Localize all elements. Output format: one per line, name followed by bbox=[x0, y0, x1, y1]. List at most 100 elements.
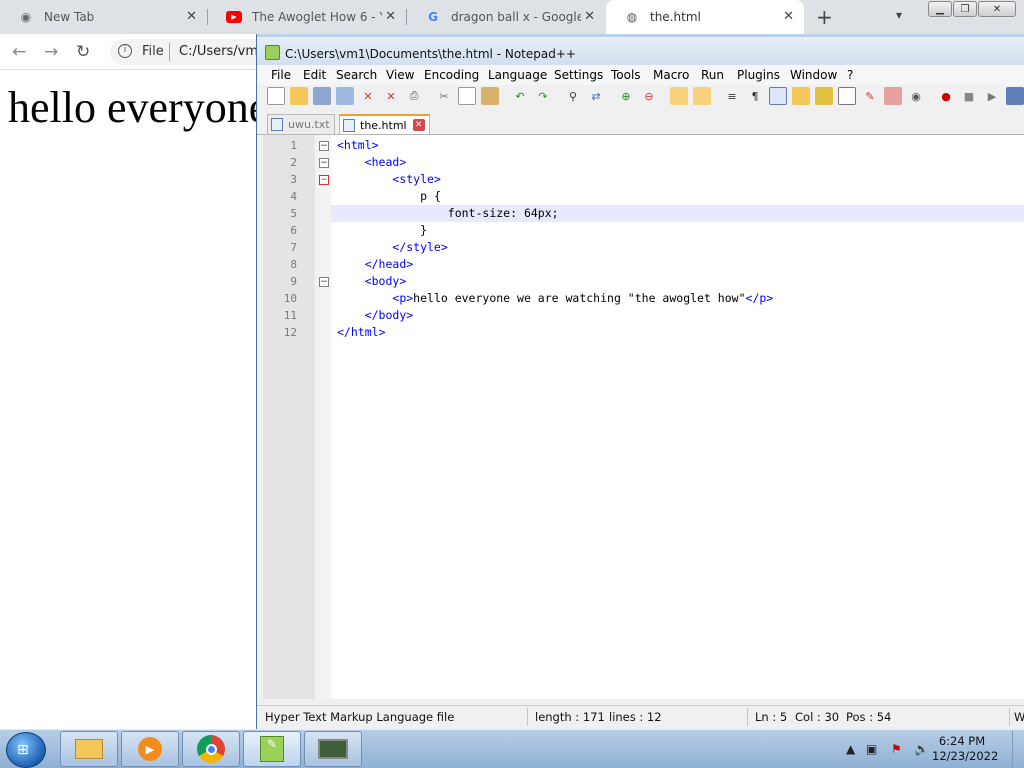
word-wrap-icon[interactable]: ≡ bbox=[723, 87, 741, 105]
start-button[interactable]: ⊞ bbox=[6, 732, 46, 768]
find-icon[interactable]: ⚲ bbox=[564, 87, 582, 105]
function-list-icon[interactable] bbox=[838, 87, 856, 105]
tab-the-html[interactable]: ◍ the.html ✕ bbox=[606, 0, 804, 34]
info-icon[interactable]: i bbox=[118, 44, 132, 58]
line-number: 5 bbox=[290, 207, 297, 220]
save-icon[interactable] bbox=[313, 87, 331, 105]
new-file-icon[interactable] bbox=[267, 87, 285, 105]
cut-icon[interactable]: ✂ bbox=[435, 87, 453, 105]
print-icon[interactable]: ⎙ bbox=[405, 87, 423, 105]
open-folder-icon[interactable] bbox=[290, 87, 308, 105]
address-bar[interactable]: i File C:/Users/vm bbox=[110, 39, 270, 65]
forward-arrow-icon[interactable]: → bbox=[44, 42, 58, 62]
tab-new-tab[interactable]: ◉ New Tab ✕ bbox=[0, 0, 207, 34]
menu-settings[interactable]: Settings bbox=[554, 68, 603, 82]
play-macro-icon[interactable]: ▶ bbox=[983, 87, 1001, 105]
window-title-bar[interactable]: C:\Users\vm1\Documents\the.html - Notepa… bbox=[257, 34, 1024, 68]
tab-google-search[interactable]: G dragon ball x - Google Search ✕ bbox=[407, 0, 605, 34]
media-player-icon[interactable]: ▶ bbox=[121, 731, 179, 767]
replace-icon[interactable]: ⇄ bbox=[587, 87, 605, 105]
menu-file[interactable]: File bbox=[271, 68, 291, 82]
minimize-icon[interactable]: ▁ bbox=[928, 1, 952, 17]
save-all-icon[interactable] bbox=[336, 87, 354, 105]
document-map-icon[interactable] bbox=[815, 87, 833, 105]
close-all-icon[interactable]: ✕ bbox=[382, 87, 400, 105]
run-macro-multiple-icon[interactable] bbox=[1006, 87, 1024, 105]
monitoring-icon[interactable] bbox=[884, 87, 902, 105]
reload-icon[interactable]: ↻ bbox=[76, 42, 90, 62]
status-separator bbox=[1009, 708, 1010, 726]
record-macro-icon[interactable]: ● bbox=[937, 87, 955, 105]
code-line: <head> bbox=[337, 154, 407, 171]
address-divider bbox=[169, 43, 170, 61]
code-line: <p>hello everyone we are watching "the a… bbox=[337, 290, 773, 307]
close-window-icon[interactable]: ✕ bbox=[978, 1, 1016, 17]
sync-vertical-icon[interactable] bbox=[670, 87, 688, 105]
show-all-characters-icon[interactable]: ¶ bbox=[746, 87, 764, 105]
code-tag: </body> bbox=[364, 308, 414, 322]
chrome-icon[interactable] bbox=[182, 731, 240, 767]
menu-plugins[interactable]: Plugins bbox=[737, 68, 780, 82]
line-number: 4 bbox=[290, 190, 297, 203]
fold-toggle-icon[interactable]: − bbox=[319, 277, 329, 287]
fold-toggle-icon[interactable]: − bbox=[319, 175, 329, 185]
zoom-in-icon[interactable]: ⊕ bbox=[617, 87, 635, 105]
back-arrow-icon[interactable]: ← bbox=[12, 42, 26, 62]
restore-icon[interactable]: ❐ bbox=[953, 1, 977, 17]
code-tag: </html> bbox=[337, 325, 386, 339]
system-clock[interactable]: 6:24 PM 12/23/2022 bbox=[932, 734, 998, 764]
notepad-plus-plus-icon bbox=[265, 45, 280, 60]
close-icon[interactable]: ✕ bbox=[783, 9, 794, 24]
code-line: <style> bbox=[337, 171, 440, 188]
remote-desktop-icon[interactable] bbox=[304, 731, 362, 767]
menu-search[interactable]: Search bbox=[336, 68, 377, 82]
menu-window[interactable]: Window bbox=[790, 68, 837, 82]
menu-tools[interactable]: Tools bbox=[611, 68, 641, 82]
doc-tab-uwu[interactable]: uwu.txt bbox=[267, 114, 335, 134]
action-center-icon[interactable]: ⚑ bbox=[891, 742, 902, 756]
menu-view[interactable]: View bbox=[386, 68, 414, 82]
sync-horizontal-icon[interactable] bbox=[693, 87, 711, 105]
view-icon[interactable]: ◉ bbox=[907, 87, 925, 105]
menu-encoding[interactable]: Encoding bbox=[424, 68, 479, 82]
close-file-icon[interactable]: ✕ bbox=[359, 87, 377, 105]
file-explorer-icon[interactable] bbox=[60, 731, 118, 767]
close-icon[interactable]: ✕ bbox=[584, 9, 595, 24]
close-icon[interactable]: ✕ bbox=[186, 9, 197, 24]
fold-toggle-icon[interactable]: − bbox=[319, 158, 329, 168]
show-hidden-icons-icon[interactable]: ▲ bbox=[846, 742, 855, 756]
menu-run[interactable]: Run bbox=[701, 68, 724, 82]
menu-macro[interactable]: Macro bbox=[653, 68, 689, 82]
menu-edit[interactable]: Edit bbox=[303, 68, 326, 82]
menu-language[interactable]: Language bbox=[488, 68, 547, 82]
indent-guide-icon[interactable] bbox=[769, 87, 787, 105]
chevron-down-icon[interactable]: ▾ bbox=[896, 8, 902, 22]
zoom-out-icon[interactable]: ⊖ bbox=[640, 87, 658, 105]
network-icon[interactable]: ▣ bbox=[866, 742, 877, 756]
close-icon[interactable]: ✕ bbox=[385, 9, 396, 24]
stop-macro-icon[interactable]: ■ bbox=[960, 87, 978, 105]
fold-toggle-icon[interactable]: − bbox=[319, 141, 329, 151]
line-number: 12 bbox=[283, 326, 297, 339]
paste-icon[interactable] bbox=[481, 87, 499, 105]
undo-icon[interactable]: ↶ bbox=[511, 87, 529, 105]
volume-icon[interactable]: 🔊 bbox=[914, 742, 929, 756]
copy-icon[interactable] bbox=[458, 87, 476, 105]
code-line: } bbox=[337, 222, 427, 239]
code-tag: </style> bbox=[392, 240, 448, 254]
redo-icon[interactable]: ↷ bbox=[534, 87, 552, 105]
code-line: font-size: 64px; bbox=[337, 205, 559, 222]
folder-as-workspace-icon[interactable]: ✎ bbox=[861, 87, 879, 105]
code-line: </html> bbox=[337, 324, 385, 341]
new-tab-plus-icon[interactable]: + bbox=[816, 5, 833, 29]
globe-icon: ◍ bbox=[626, 10, 638, 24]
doc-tab-the-html[interactable]: the.html ✕ bbox=[339, 114, 430, 134]
notepad-plus-plus-icon[interactable]: ✎ bbox=[243, 731, 301, 767]
show-desktop-button[interactable] bbox=[1012, 731, 1024, 768]
code-editor[interactable]: 1 − 2 − 3 − 4 5 6 7 8 9 − 10 11 12 <html> <head> <style>… bbox=[263, 135, 1024, 699]
tab-youtube[interactable]: ▶ The Awoglet How 6 - YouTube ✕ bbox=[208, 0, 406, 34]
user-language-icon[interactable] bbox=[792, 87, 810, 105]
menu-help[interactable]: ? bbox=[847, 68, 853, 82]
close-tab-icon[interactable]: ✕ bbox=[412, 119, 425, 131]
